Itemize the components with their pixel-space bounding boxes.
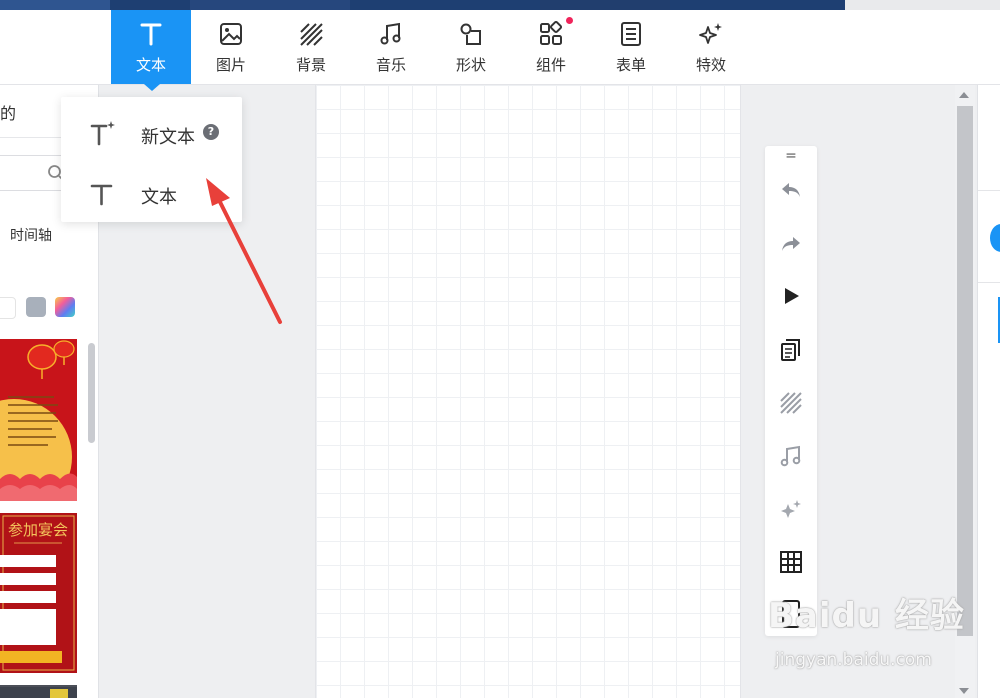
music-icon[interactable]: [777, 442, 805, 470]
scroll-down-arrow[interactable]: [959, 688, 969, 694]
image-icon: [217, 20, 245, 48]
tool-music[interactable]: 音乐: [351, 10, 431, 84]
text-dropdown-menu: 新文本 ? 文本: [61, 97, 242, 222]
menu-item-new-text[interactable]: 新文本 ?: [61, 102, 242, 162]
tool-component[interactable]: 组件: [511, 10, 591, 84]
tool-label: 表单: [615, 55, 646, 74]
tool-image[interactable]: 图片: [191, 10, 271, 84]
drag-handle[interactable]: =: [765, 146, 817, 166]
canvas-scrollbar-thumb[interactable]: [957, 106, 973, 636]
top-strip: [0, 0, 1000, 10]
watermark-url: jingyan.baidu.com: [775, 650, 932, 670]
component-icon: [537, 20, 565, 48]
editor-canvas[interactable]: [315, 85, 741, 698]
background-icon[interactable]: [777, 389, 805, 417]
right-panel: [977, 85, 1000, 698]
tool-form[interactable]: 表单: [591, 10, 671, 84]
tab-timeline[interactable]: 时间轴: [10, 225, 52, 245]
redo-icon[interactable]: [777, 230, 805, 258]
svg-text:参加宴会: 参加宴会: [8, 521, 68, 539]
tool-label: 图片: [215, 55, 246, 74]
undo-icon[interactable]: [777, 176, 805, 204]
new-text-icon: [89, 120, 119, 152]
menu-item-label: 文本: [141, 187, 177, 208]
tool-label: 组件: [535, 55, 566, 74]
color-swatch-gradient[interactable]: [55, 297, 75, 317]
menu-item-label: 新文本: [141, 127, 195, 148]
tool-label: 形状: [455, 55, 486, 74]
help-icon[interactable]: ?: [203, 124, 219, 140]
tool-label: 背景: [295, 55, 326, 74]
tool-label: 特效: [695, 55, 726, 74]
background-icon: [297, 20, 325, 48]
notification-dot: [566, 17, 573, 24]
tool-shape[interactable]: 形状: [431, 10, 511, 84]
tool-label: 音乐: [375, 55, 406, 74]
menu-item-text[interactable]: 文本: [61, 162, 242, 222]
tool-background[interactable]: 背景: [271, 10, 351, 84]
form-icon: [617, 20, 645, 48]
text-icon: [137, 20, 165, 48]
template-thumbnail[interactable]: [0, 339, 77, 501]
left-panel-scrollbar[interactable]: [88, 343, 95, 443]
template-thumbnail[interactable]: [0, 685, 77, 698]
music-icon: [377, 20, 405, 48]
active-tool-caret: [144, 84, 160, 91]
left-panel-title: 的: [0, 104, 17, 123]
grid-icon[interactable]: [777, 548, 805, 576]
tool-effects[interactable]: 特效: [671, 10, 751, 84]
tool-label: 文本: [135, 55, 166, 74]
pages-icon[interactable]: [777, 336, 805, 364]
template-thumbnail[interactable]: 参加宴会: [0, 513, 77, 673]
effects-icon: [697, 20, 725, 48]
watermark-logo: Baidu 经验: [768, 596, 965, 636]
color-swatch-white[interactable]: [0, 297, 16, 319]
scroll-up-arrow[interactable]: [959, 92, 969, 98]
play-icon[interactable]: [777, 282, 805, 310]
tool-text[interactable]: 文本: [111, 10, 191, 84]
main-toolbar: 文本 图片 背景 音乐 形状 组件 表单 特效: [0, 10, 1000, 85]
effects-icon[interactable]: [777, 496, 805, 524]
color-swatch-gray[interactable]: [26, 297, 46, 317]
right-panel-toggle[interactable]: [990, 224, 1000, 252]
vertical-toolbar: =: [765, 146, 817, 636]
text-icon: [89, 180, 119, 212]
shape-icon: [457, 20, 485, 48]
